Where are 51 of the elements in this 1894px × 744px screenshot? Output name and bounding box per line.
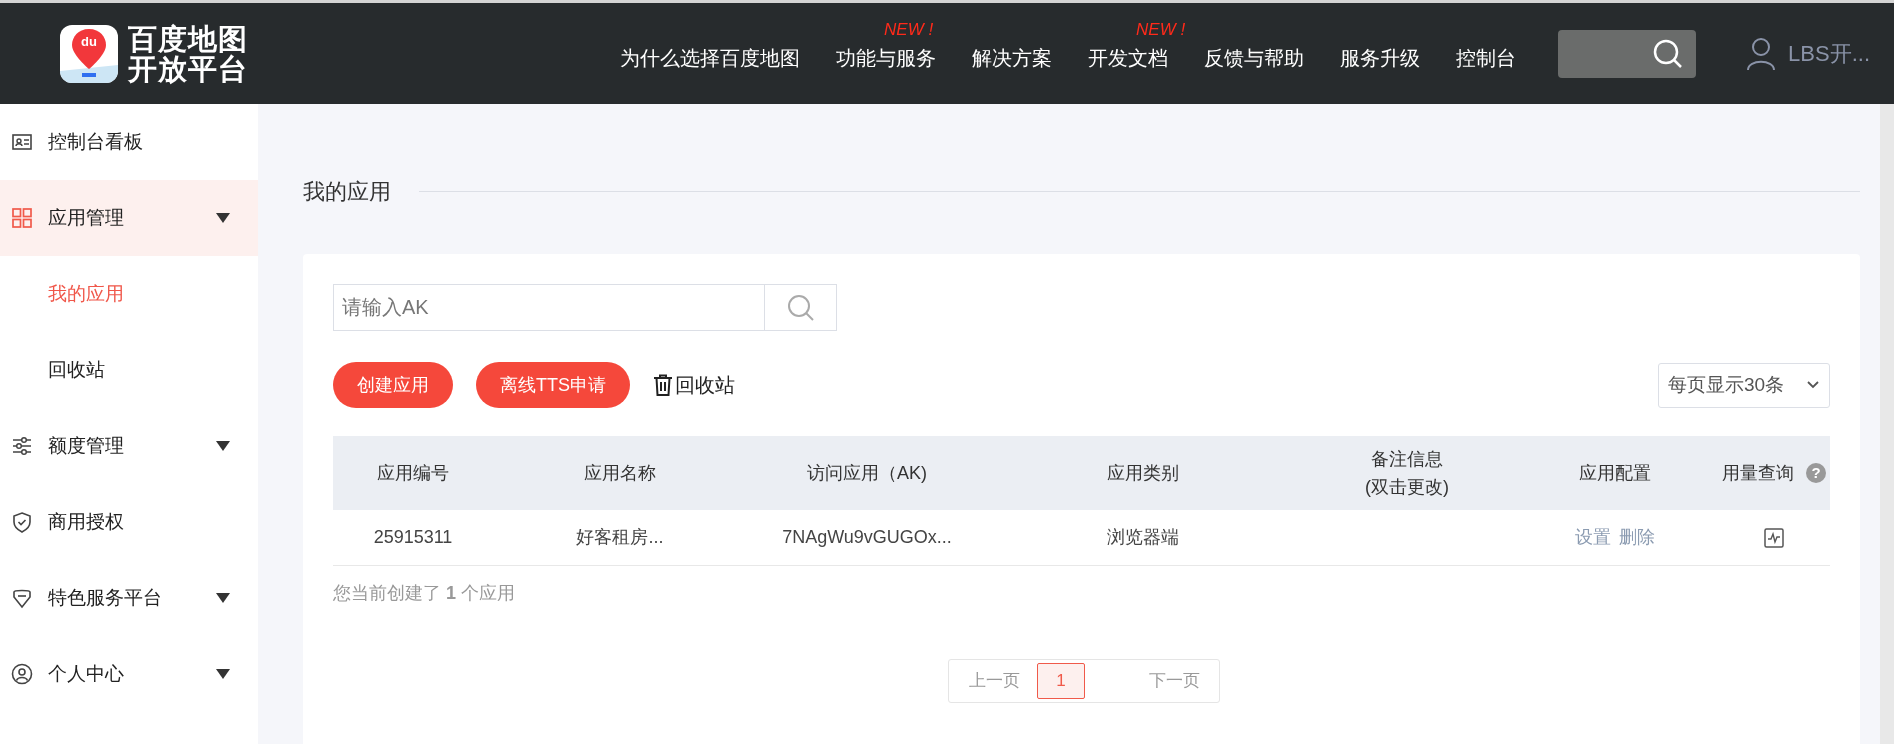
logo-text: du [80, 34, 98, 48]
user-icon [1746, 36, 1777, 71]
grid-icon [11, 207, 33, 229]
nav-link[interactable]: 解决方案 [972, 46, 1053, 69]
nav-link[interactable]: 开发文档 [1088, 46, 1169, 69]
sidebar-item[interactable]: 商用授权 [0, 484, 258, 560]
sidebar-item[interactable]: 个人中心 [0, 636, 258, 712]
table-cell: 25915311 [373, 527, 453, 547]
search-field[interactable] [1558, 29, 1697, 78]
page-size-select[interactable]: 每页显示30条 [1658, 362, 1830, 408]
tts-apply-button[interactable]: 离线TTS申请 [476, 362, 630, 408]
table-cell: 浏览器端 [1107, 527, 1179, 547]
sidebar-item[interactable]: 特色服务平台 [0, 560, 258, 636]
gem-icon [11, 587, 33, 609]
search-icon [786, 293, 815, 322]
chevron-down-icon [1806, 380, 1820, 390]
sidebar-item[interactable]: 额度管理 [0, 408, 258, 484]
sidebar-subitem[interactable]: 回收站 [0, 332, 258, 408]
column-header: 应用名称 [584, 462, 656, 485]
column-header: 用量查询 [1722, 462, 1794, 485]
ak-input-field[interactable]: 请输入AK [333, 284, 765, 331]
sidebar-item[interactable]: 控制台看板 [0, 104, 258, 180]
recycle-bin-button[interactable]: 回收站 [653, 370, 735, 400]
user-name[interactable]: LBS开... [1788, 37, 1870, 70]
logo-text: 开放平台 [128, 53, 248, 84]
column-header: 应用类别 [1107, 462, 1179, 485]
column-header: 应用编号 [377, 462, 449, 485]
scrollbar[interactable] [1880, 104, 1894, 744]
column-header: 访问应用（AK) [807, 462, 927, 485]
trash-icon [653, 374, 673, 396]
nav-link[interactable]: 功能与服务 [836, 46, 937, 69]
person-icon [11, 663, 33, 685]
nav-link[interactable]: 反馈与帮助 [1204, 46, 1305, 69]
nav-link[interactable]: 为什么选择百度地图 [620, 46, 801, 69]
shield-check-icon [11, 511, 33, 533]
id-card-icon [11, 131, 33, 153]
nav-link[interactable]: 控制台 [1456, 46, 1517, 69]
create-button[interactable]: 创建应用 [333, 362, 453, 408]
table-cell: 好客租房... [576, 527, 664, 547]
table-cell: 7NAgWu9vGUGOx... [782, 527, 952, 547]
app-count-text: 您当前创建了 1 个应用 [333, 582, 517, 605]
sidebar-item[interactable]: 应用管理 [0, 180, 258, 256]
nav-link[interactable]: 服务升级 [1340, 46, 1421, 69]
logo-text: 百度地图 [128, 23, 248, 54]
sliders-icon [11, 435, 33, 457]
column-header: 备注信息 (双击更改) [1365, 448, 1449, 499]
new-label: NEW ! [1136, 18, 1186, 41]
chart-icon[interactable] [1764, 527, 1784, 548]
new-label: NEW ! [884, 18, 934, 41]
page-title: 我的应用 [303, 177, 391, 206]
column-header: 应用配置 [1579, 462, 1651, 485]
